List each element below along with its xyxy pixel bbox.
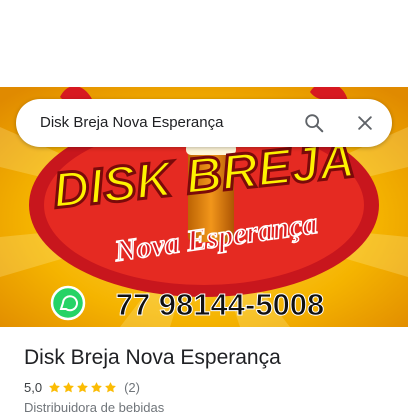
place-title: Disk Breja Nova Esperança (24, 346, 281, 369)
rating-stars (48, 381, 118, 394)
rating-row[interactable]: 5,0 (2) (24, 378, 140, 396)
hero-phone-number: 77 98144-5008 (116, 287, 325, 322)
search-button[interactable] (298, 107, 330, 139)
clear-search-button[interactable] (349, 107, 381, 139)
star-icon (63, 381, 74, 392)
search-icon (305, 114, 324, 133)
place-category: Distribuidora de bebidas (24, 400, 165, 415)
close-icon (358, 116, 372, 130)
rating-value: 5,0 (24, 379, 43, 395)
star-icon (91, 381, 102, 392)
search-input[interactable]: Disk Breja Nova Esperança (40, 99, 223, 147)
review-count[interactable]: (2) (124, 380, 140, 395)
star-icon (105, 381, 116, 392)
star-icon (77, 381, 88, 392)
whatsapp-icon (50, 285, 86, 321)
star-icon (49, 381, 60, 392)
search-bar[interactable]: Disk Breja Nova Esperança (16, 99, 392, 147)
